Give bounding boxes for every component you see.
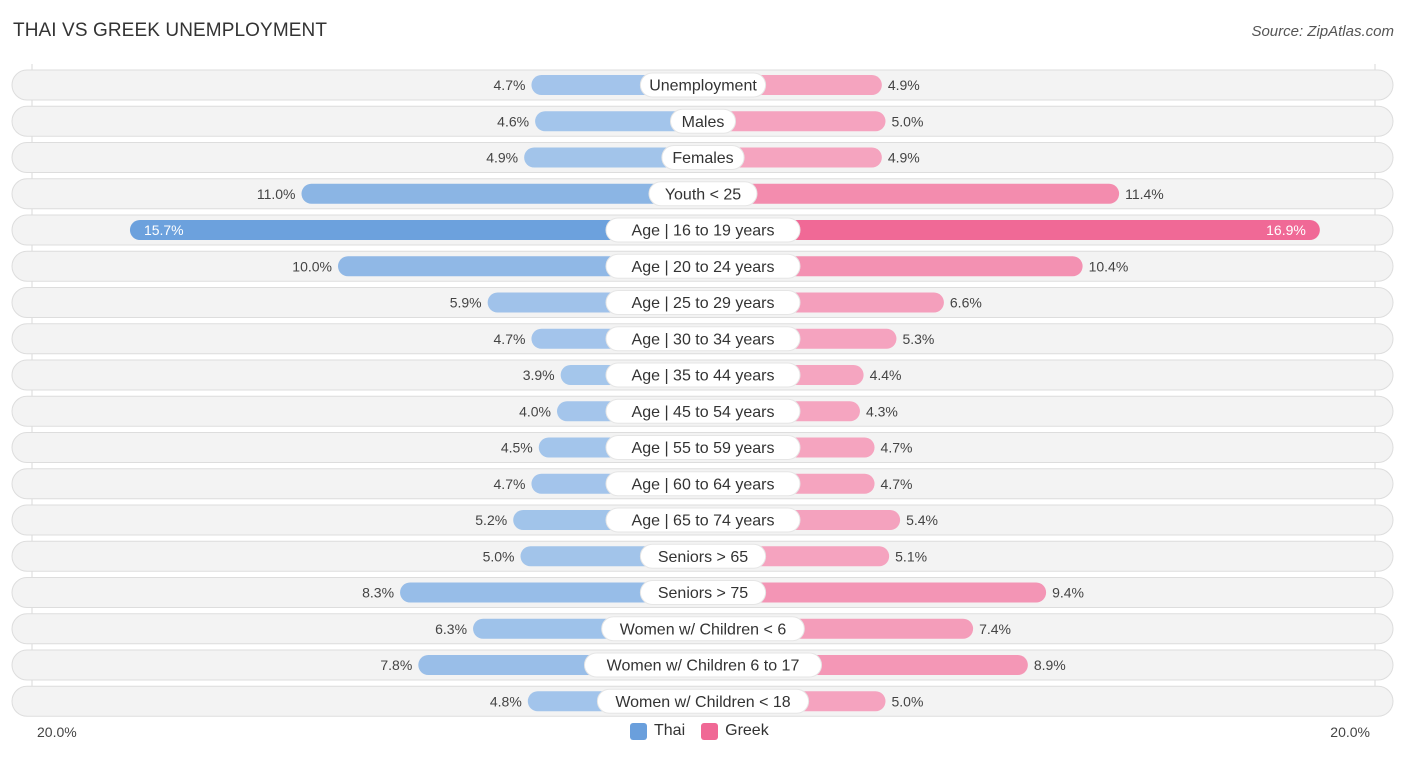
value-label-thai: 4.7% (494, 331, 526, 347)
value-label-thai: 6.3% (435, 621, 467, 637)
value-label-greek: 10.4% (1089, 258, 1129, 274)
value-label-thai: 7.8% (380, 657, 412, 673)
category-label: Age | 25 to 29 years (632, 295, 775, 312)
legend-swatch-thai (630, 722, 647, 740)
category-label: Age | 65 to 74 years (632, 513, 775, 530)
chart-canvas: 4.7% 4.9% Unemployment 4.6% 5.0% Males 4.9% 4.9… (11, 64, 1394, 717)
value-label-greek: 4.7% (881, 476, 913, 492)
value-label-thai: 5.9% (450, 295, 482, 311)
category-label: Seniors > 75 (658, 585, 748, 602)
category-label: Age | 20 to 24 years (632, 259, 775, 276)
value-label-greek: 4.9% (888, 77, 920, 93)
value-label-greek: 11.4% (1125, 186, 1164, 202)
axis-label-right: 20.0% (1330, 724, 1370, 740)
legend-label-greek: Greek (725, 722, 769, 739)
category-label: Women w/ Children < 18 (615, 694, 790, 711)
legend-label-thai: Thai (654, 722, 686, 739)
value-label-thai: 11.0% (257, 186, 296, 202)
value-label-greek: 4.7% (881, 440, 913, 456)
value-label-thai: 4.8% (490, 693, 522, 709)
bar-greek[interactable] (703, 183, 1120, 204)
value-label-greek: 8.9% (1034, 657, 1066, 673)
value-label-greek: 16.9% (1266, 222, 1306, 238)
legend-item-greek[interactable]: Greek (701, 722, 769, 740)
category-label: Males (682, 114, 725, 131)
value-label-greek: 5.3% (902, 331, 934, 347)
bar-thai[interactable] (301, 183, 704, 204)
category-label: Youth < 25 (665, 186, 741, 203)
value-label-greek: 5.1% (895, 548, 927, 564)
value-label-thai: 4.5% (501, 440, 533, 456)
value-label-thai: 5.2% (475, 512, 507, 528)
axis-label-left: 20.0% (37, 724, 77, 740)
category-label: Seniors > 65 (658, 549, 748, 566)
category-label: Age | 55 to 59 years (632, 440, 775, 457)
value-label-greek: 5.0% (892, 113, 924, 129)
value-label-greek: 7.4% (979, 621, 1011, 637)
value-label-greek: 6.6% (950, 295, 982, 311)
category-label: Age | 45 to 54 years (632, 404, 775, 421)
category-label: Age | 16 to 19 years (632, 223, 775, 240)
category-label: Age | 60 to 64 years (632, 476, 775, 493)
value-label-thai: 4.0% (519, 403, 551, 419)
legend-swatch-greek (701, 722, 719, 740)
value-label-thai: 4.7% (494, 476, 526, 492)
category-label: Females (672, 150, 733, 167)
category-label: Women w/ Children 6 to 17 (607, 658, 800, 675)
legend: Thai Greek (630, 722, 785, 740)
category-label: Unemployment (649, 78, 757, 95)
value-label-thai: 15.7% (144, 222, 184, 238)
value-label-greek: 4.4% (870, 367, 902, 383)
value-label-thai: 5.0% (483, 548, 515, 564)
value-label-thai: 4.9% (486, 150, 518, 166)
category-label: Age | 35 to 44 years (632, 368, 775, 385)
category-label: Age | 30 to 34 years (632, 331, 775, 348)
value-label-thai: 10.0% (292, 258, 332, 274)
category-label: Women w/ Children < 6 (620, 621, 787, 638)
legend-item-thai[interactable]: Thai (630, 722, 685, 740)
value-label-greek: 9.4% (1052, 585, 1084, 601)
value-label-greek: 4.3% (866, 403, 898, 419)
value-label-greek: 4.9% (888, 150, 920, 166)
value-label-thai: 8.3% (362, 585, 394, 601)
value-label-thai: 3.9% (523, 367, 555, 383)
value-label-greek: 5.4% (906, 512, 938, 528)
value-label-thai: 4.7% (494, 77, 526, 93)
value-label-thai: 4.6% (497, 113, 529, 129)
value-label-greek: 5.0% (892, 693, 924, 709)
